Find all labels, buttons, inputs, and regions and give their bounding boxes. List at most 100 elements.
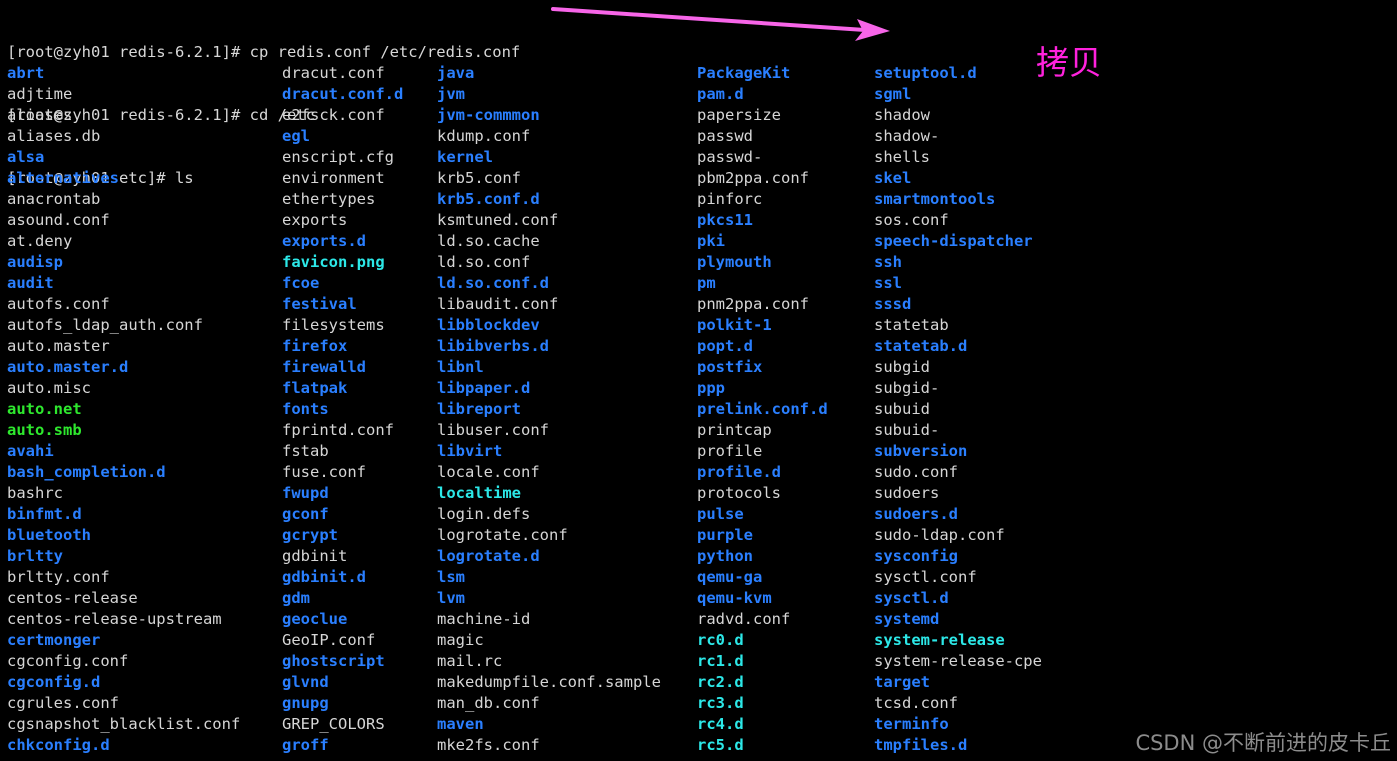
ls-entry: exports: [282, 211, 348, 229]
ls-entry: auto.master: [7, 337, 110, 355]
ls-entry: auto.net: [7, 400, 82, 418]
ls-entry: chkconfig.d: [7, 736, 110, 754]
ls-entry: auto.master.d: [7, 358, 129, 376]
ls-entry: filesystems: [282, 316, 385, 334]
ls-entry: profile: [697, 442, 763, 460]
ls-entry: firewalld: [282, 358, 366, 376]
ls-entry: rc5.d: [697, 736, 744, 754]
ls-entry: terminfo: [874, 715, 949, 733]
ls-entry: gconf: [282, 505, 329, 523]
ls-entry: autofs_ldap_auth.conf: [7, 316, 203, 334]
ls-entry: certmonger: [7, 631, 101, 649]
ls-entry: at.deny: [7, 232, 73, 250]
ls-entry: e2fsck.conf: [282, 106, 385, 124]
ls-entry: libnl: [437, 358, 484, 376]
ls-entry: ghostscript: [282, 652, 385, 670]
ls-entry: dracut.conf.d: [282, 85, 404, 103]
ls-entry: krb5.conf.d: [437, 190, 540, 208]
ls-entry: subgid-: [874, 379, 940, 397]
ls-entry: gnupg: [282, 694, 329, 712]
ls-entry: logrotate.d: [437, 547, 540, 565]
ls-entry: man_db.conf: [437, 694, 540, 712]
csdn-watermark: CSDN @不断前进的皮卡丘: [1135, 731, 1391, 755]
ls-entry: aliases.db: [7, 127, 101, 145]
ls-entry: libibverbs.d: [437, 337, 549, 355]
ls-entry: favicon.png: [282, 253, 385, 271]
ls-entry: cgconfig.d: [7, 673, 101, 691]
ls-entry: papersize: [697, 106, 781, 124]
ls-entry: dracut.conf: [282, 64, 385, 82]
ls-entry: jvm-commmon: [437, 106, 540, 124]
ls-entry: firefox: [282, 337, 348, 355]
ls-entry: pnm2ppa.conf: [697, 295, 809, 313]
ls-entry: sudo.conf: [874, 463, 958, 481]
ls-entry: cgrules.conf: [7, 694, 119, 712]
ls-entry: localtime: [437, 484, 521, 502]
ls-entry: bashrc: [7, 484, 63, 502]
ls-entry: bluetooth: [7, 526, 91, 544]
ls-entry: magic: [437, 631, 484, 649]
terminal-screen[interactable]: [root@zyh01 redis-6.2.1]# cp redis.conf …: [0, 0, 1397, 761]
ls-entry: centos-release: [7, 589, 138, 607]
ls-entry: popt.d: [697, 337, 753, 355]
ls-entry: sssd: [874, 295, 912, 313]
ls-entry: mke2fs.conf: [437, 736, 540, 754]
ls-entry: cgconfig.conf: [7, 652, 129, 670]
ls-entry: subversion: [874, 442, 968, 460]
ls-entry: asound.conf: [7, 211, 110, 229]
ls-entry: fuse.conf: [282, 463, 366, 481]
ls-entry: shadow-: [874, 127, 940, 145]
ls-entry: lvm: [437, 589, 465, 607]
ls-entry: alsa: [7, 148, 45, 166]
ls-entry: protocols: [697, 484, 781, 502]
ls-entry: sysctl.d: [874, 589, 949, 607]
ls-entry: speech-dispatcher: [874, 232, 1033, 250]
ls-entry: rc4.d: [697, 715, 744, 733]
ls-entry: jvm: [437, 85, 465, 103]
ls-entry: target: [874, 673, 930, 691]
annotation-arrow-icon: [551, 7, 890, 41]
ls-entry: bash_completion.d: [7, 463, 166, 481]
ls-entry: kernel: [437, 148, 493, 166]
ls-entry: gdbinit: [282, 547, 348, 565]
ls-entry: cgsnapshot_blacklist.conf: [7, 715, 241, 733]
ls-entry: locale.conf: [437, 463, 540, 481]
ls-entry: rc1.d: [697, 652, 744, 670]
ls-entry: skel: [874, 169, 912, 187]
ls-entry: pulse: [697, 505, 744, 523]
ls-entry: systemd: [874, 610, 940, 628]
ls-entry: brltty: [7, 547, 63, 565]
ls-entry: abrt: [7, 64, 45, 82]
ls-entry: exports.d: [282, 232, 366, 250]
ls-entry: libvirt: [437, 442, 503, 460]
annotation-copy-label: 拷贝: [1036, 43, 1102, 82]
ls-column: abrt adjtime aliases aliases.db alsa alternat…: [7, 63, 240, 756]
ls-entry: fonts: [282, 400, 329, 418]
ls-entry: adjtime: [7, 85, 73, 103]
ls-entry: environment: [282, 169, 385, 187]
ls-entry: flatpak: [282, 379, 348, 397]
ls-entry: system-release-cpe: [874, 652, 1042, 670]
ls-entry: ld.so.conf.d: [437, 274, 549, 292]
ls-entry: avahi: [7, 442, 54, 460]
ls-entry: smartmontools: [874, 190, 996, 208]
ls-entry: profile.d: [697, 463, 781, 481]
ls-entry: polkit-1: [697, 316, 772, 334]
ls-entry: pki: [697, 232, 725, 250]
ls-entry: machine-id: [437, 610, 531, 628]
ls-entry: binfmt.d: [7, 505, 82, 523]
ls-entry: pinforc: [697, 190, 763, 208]
ls-entry: rc3.d: [697, 694, 744, 712]
ls-entry: purple: [697, 526, 753, 544]
ls-entry: ld.so.conf: [437, 253, 531, 271]
ls-entry: egl: [282, 127, 310, 145]
ls-entry: sysctl.conf: [874, 568, 977, 586]
ls-entry: makedumpfile.conf.sample: [437, 673, 661, 691]
ls-column: dracut.conf dracut.conf.d e2fsck.conf egl en…: [282, 63, 403, 756]
ls-entry: libblockdev: [437, 316, 540, 334]
ls-entry: setuptool.d: [874, 64, 977, 82]
ls-entry: login.defs: [437, 505, 531, 523]
ls-entry: centos-release-upstream: [7, 610, 222, 628]
ls-entry: ppp: [697, 379, 725, 397]
ls-entry: libaudit.conf: [437, 295, 559, 313]
